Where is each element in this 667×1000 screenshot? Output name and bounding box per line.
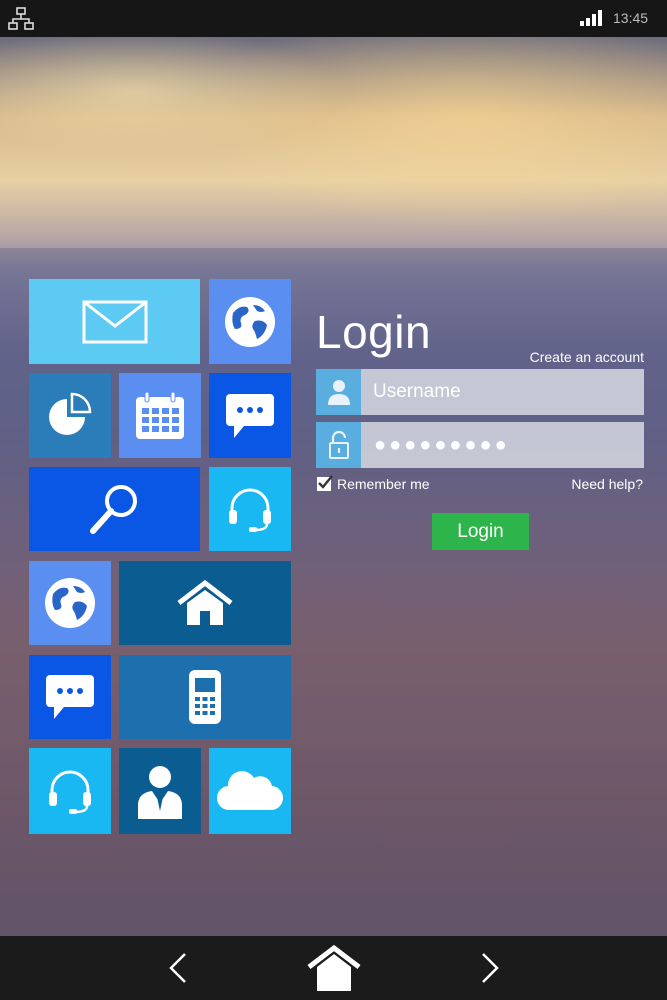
mobile-phone-icon bbox=[189, 670, 221, 724]
chat-icon bbox=[46, 675, 94, 719]
password-field[interactable]: ●●●●●●●●● bbox=[316, 422, 644, 468]
chevron-left-icon bbox=[169, 953, 186, 983]
globe-icon bbox=[45, 578, 95, 628]
cloud-icon bbox=[216, 771, 284, 811]
unlock-icon bbox=[328, 430, 349, 459]
headset-icon bbox=[49, 770, 91, 814]
tile-calendar[interactable] bbox=[119, 373, 201, 458]
navigation-bar bbox=[0, 936, 667, 1000]
remember-me-label: Remember me bbox=[337, 476, 430, 492]
remember-me-checkbox[interactable]: Remember me bbox=[317, 475, 430, 492]
tile-chat-2[interactable] bbox=[29, 655, 111, 739]
checkbox-checked-icon bbox=[317, 475, 333, 491]
lock-field-icon-box bbox=[316, 422, 361, 468]
tile-cloud[interactable] bbox=[209, 748, 291, 834]
back-button[interactable] bbox=[155, 936, 201, 1000]
user-icon bbox=[138, 766, 182, 819]
pie-chart-icon bbox=[49, 392, 92, 435]
home-icon bbox=[177, 579, 233, 625]
tile-globe-2[interactable] bbox=[29, 561, 111, 645]
tile-search[interactable] bbox=[29, 467, 200, 551]
clock: 13:45 bbox=[613, 10, 649, 26]
tile-globe[interactable] bbox=[209, 279, 291, 364]
chat-icon bbox=[226, 393, 274, 438]
watermark-id: 528160190 bbox=[0, 765, 36, 905]
home-icon bbox=[307, 944, 361, 991]
tile-chart[interactable] bbox=[29, 373, 111, 458]
headset-icon bbox=[229, 488, 271, 532]
user-icon bbox=[327, 380, 350, 405]
status-bar: 13:45 bbox=[0, 0, 667, 37]
username-input[interactable] bbox=[361, 369, 644, 415]
tile-mail[interactable] bbox=[29, 279, 200, 364]
create-account-link[interactable]: Create an account bbox=[500, 349, 644, 365]
tile-chat[interactable] bbox=[209, 373, 291, 458]
globe-icon bbox=[225, 296, 275, 347]
tile-support[interactable] bbox=[209, 467, 291, 551]
username-field[interactable] bbox=[316, 369, 644, 415]
tile-home[interactable] bbox=[119, 561, 291, 645]
forward-button[interactable] bbox=[467, 936, 513, 1000]
signal-icon bbox=[580, 10, 602, 26]
calendar-icon bbox=[136, 391, 184, 439]
mail-icon bbox=[82, 300, 147, 343]
search-icon bbox=[89, 485, 137, 534]
chevron-right-icon bbox=[482, 953, 499, 983]
home-button[interactable] bbox=[302, 936, 366, 1000]
login-title: Login bbox=[316, 306, 432, 358]
login-button[interactable]: Login bbox=[432, 513, 529, 550]
user-field-icon-box bbox=[316, 369, 361, 415]
need-help-link[interactable]: Need help? bbox=[540, 476, 643, 492]
tile-support-2[interactable] bbox=[29, 748, 111, 834]
network-icon bbox=[8, 7, 34, 30]
watermark-text: 528160190 bbox=[0, 786, 2, 870]
password-dots: ●●●●●●●●● bbox=[374, 434, 510, 456]
tile-user[interactable] bbox=[119, 748, 201, 834]
tile-phone[interactable] bbox=[119, 655, 291, 739]
